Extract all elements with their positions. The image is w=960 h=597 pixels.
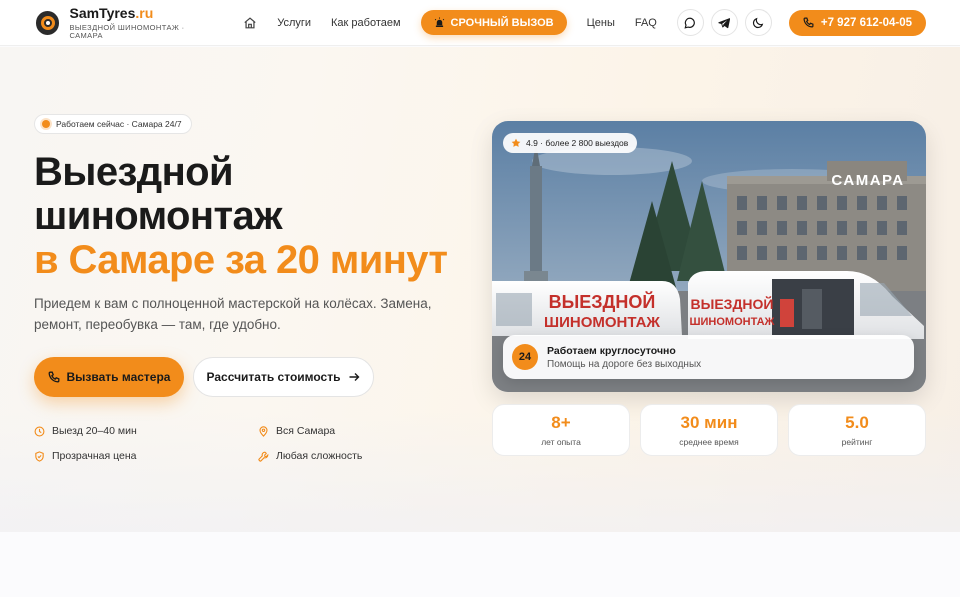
next-section [0,532,960,597]
hero-title: Выездной шиномонтаж в Самаре за 20 минут [34,150,448,282]
stat-value: 30 мин [680,412,738,432]
van-text-line1: ВЫЕЗДНОЙ [691,295,774,312]
star-icon [511,138,521,147]
nav-link-services[interactable]: Услуги [277,17,311,29]
chat-button[interactable] [676,9,704,36]
urgent-call-label: СРОЧНЫЙ ВЫЗОВ [450,16,554,29]
phone-number: +7 927 612-04-05 [820,16,912,29]
hero-photo: САМАРА ВЫЕЗДНОЙ ШИНОМОНТАЖ ВЫЕЗДНОЙ ШИНО… [492,121,926,392]
phone-icon [803,17,814,28]
stat-value: 8+ [551,412,571,432]
stat-card: 8+ лет опыта [492,404,630,456]
call-master-label: Вызвать мастера [66,370,171,384]
main-nav: Услуги Как работаем СРОЧНЫЙ ВЫЗОВ Цены F… [243,10,677,35]
feature-label: Вся Самара [276,425,336,437]
telegram-button[interactable] [710,9,738,36]
brand-subtitle: ВЫЕЗДНОЙ ШИНОМОНТАЖ · САМАРА [69,23,185,40]
feature-label: Выезд 20–40 мин [52,425,137,437]
nav-link-how-we-work[interactable]: Как работаем [331,17,401,29]
hero-title-accent: в Самаре за 20 минут [34,238,448,282]
feature-item: Любая сложность [258,450,454,462]
urgent-call-button[interactable]: СРОЧНЫЙ ВЫЗОВ [420,10,567,35]
tyre-logo-icon [36,10,60,35]
wrench-icon [258,451,269,462]
stat-label: среднее время [679,436,739,447]
telegram-icon [718,17,731,28]
hero-title-line2: шиномонтаж [34,194,282,238]
clock-icon [34,426,45,436]
hero-lead: Приедем к вам с полноценной мастерской н… [34,296,432,332]
feature-item: Прозрачная цена [34,450,258,462]
stat-label: лет опыта [541,436,581,447]
calculate-price-button[interactable]: Рассчитать стоимость [193,357,374,397]
van-text-line2: ШИНОМОНТАЖ [689,316,774,328]
feature-item: Выезд 20–40 мин [34,425,258,437]
features-list: Выезд 20–40 мин Вся Самара Прозрачная це… [34,425,454,462]
status-badge: Работаем сейчас · Самара 24/7 [34,114,192,134]
hero-title-line1: Выездной [34,150,234,194]
calculate-price-label: Рассчитать стоимость [206,370,341,384]
live-dot-icon [42,120,50,128]
stat-value: 5.0 [845,412,869,432]
moon-icon [753,17,764,28]
home-icon[interactable] [243,15,259,31]
stat-label: рейтинг [841,436,873,447]
call-master-button[interactable]: Вызвать мастера [34,357,184,397]
stat-card: 5.0 рейтинг [788,404,926,456]
map-pin-icon [259,425,268,437]
site-header: SamTyres.ru ВЫЕЗДНОЙ ШИНОМОНТАЖ · САМАРА… [0,0,960,46]
info-card-title: Работаем круглосуточно [547,344,676,357]
phone-button[interactable]: +7 927 612-04-05 [788,9,926,36]
siren-icon [434,17,444,27]
nav-link-faq[interactable]: FAQ [635,17,657,29]
phone-icon [48,371,59,383]
info-card: 24 Работаем круглосуточно Помощь на доро… [503,335,914,379]
feature-label: Прозрачная цена [52,450,137,462]
stat-card: 30 мин среднее время [640,404,778,456]
stats-row: 8+ лет опыта 30 мин среднее время 5.0 ре… [492,404,926,456]
nav-link-prices[interactable]: Цены [587,17,615,29]
arrow-right-icon [349,373,360,381]
rating-chip-label: 4.9 · более 2 800 выездов [526,138,629,148]
info-card-number: 24 [512,344,538,370]
logo[interactable]: SamTyres.ru ВЫЕЗДНОЙ ШИНОМОНТАЖ · САМАРА [36,6,217,39]
chat-bubble-icon [684,17,696,29]
building-sign-text: САМАРА [831,172,904,189]
shield-icon [35,450,44,462]
brand-name: SamTyres.ru [69,5,154,21]
rating-chip: 4.9 · более 2 800 выездов [503,133,638,153]
info-card-subtitle: Помощь на дороге без выходных [547,358,702,370]
van-text-line1: ВЫЕЗДНОЙ [549,291,656,312]
status-badge-label: Работаем сейчас · Самара 24/7 [56,119,182,129]
feature-item: Вся Самара [258,425,454,437]
van-text-line2: ШИНОМОНТАЖ [544,314,660,331]
feature-label: Любая сложность [276,450,363,462]
theme-toggle-button[interactable] [744,9,772,36]
